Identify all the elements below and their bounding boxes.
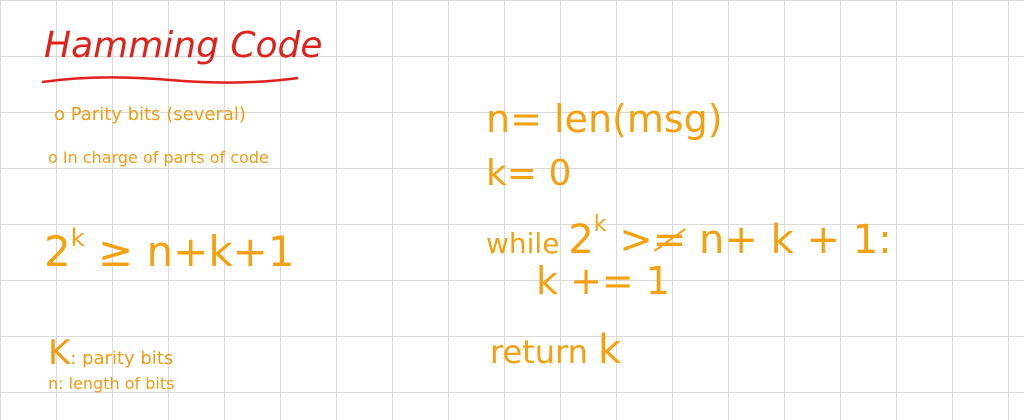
note-parity-bits: o Parity bits (several) bbox=[54, 104, 246, 125]
while-rest: n+ k + 1: bbox=[686, 217, 892, 263]
formula-exponent: k bbox=[70, 224, 85, 252]
definition-k-var: K bbox=[48, 333, 71, 373]
notebook-page: Hamming Code o Parity bits (several) o I… bbox=[0, 0, 1024, 420]
formula-rest: ≥ n+k+1 bbox=[84, 227, 295, 276]
note-in-charge: o In charge of parts of code bbox=[48, 148, 269, 167]
while-keyword: while bbox=[486, 227, 569, 260]
title-underline bbox=[41, 76, 299, 84]
while-operator: > bbox=[606, 217, 653, 263]
code-line-while: while 2k >= n+ k + 1: bbox=[486, 212, 892, 263]
code-line-k: k= 0 bbox=[486, 153, 572, 194]
inequality-formula: 2k ≥ n+k+1 bbox=[44, 226, 295, 273]
while-struck-equals: = bbox=[652, 217, 687, 263]
while-exponent: k bbox=[593, 212, 607, 237]
definition-k-text: : parity bits bbox=[70, 348, 174, 369]
page-title: Hamming Code bbox=[44, 25, 323, 66]
code-line-n: n= len(msg) bbox=[486, 97, 723, 141]
return-var: k bbox=[598, 327, 622, 373]
return-keyword: return bbox=[490, 333, 599, 371]
formula-base: 2 bbox=[44, 227, 71, 276]
definition-n: n: length of bits bbox=[48, 374, 175, 393]
code-line-return: return k bbox=[490, 330, 621, 370]
while-base: 2 bbox=[568, 217, 594, 263]
code-line-increment: k += 1 bbox=[536, 259, 671, 303]
definition-k: K: parity bits bbox=[48, 336, 173, 370]
